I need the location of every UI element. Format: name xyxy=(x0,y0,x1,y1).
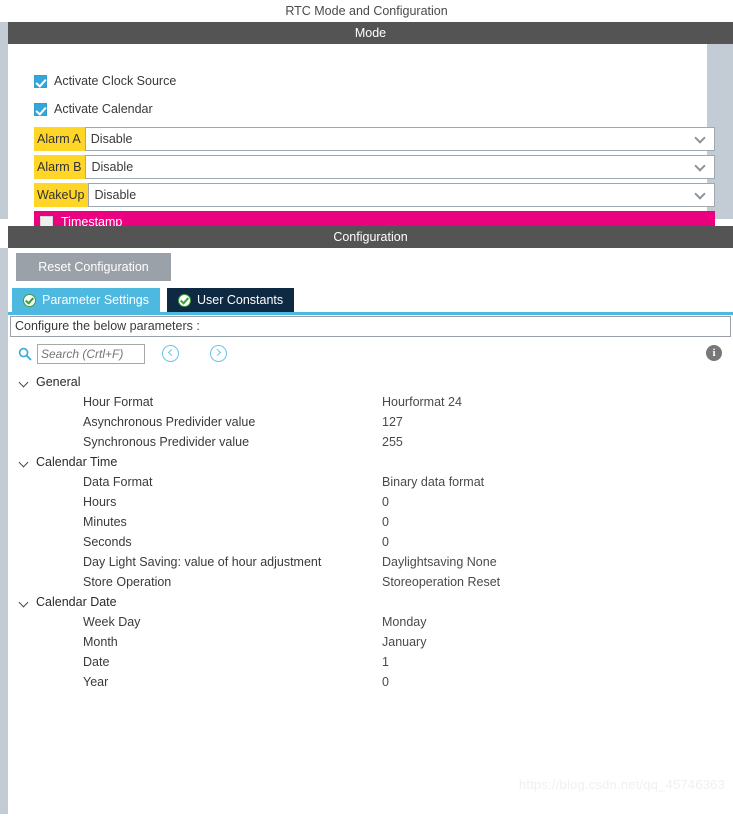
param-name: Year xyxy=(83,675,109,689)
activate-clock-source-label: Activate Clock Source xyxy=(54,74,177,88)
mode-panel: Mode Activate Clock Source Activate Cale… xyxy=(0,22,733,241)
param-name: Day Light Saving: value of hour adjustme… xyxy=(83,555,322,569)
search-input[interactable] xyxy=(37,344,145,364)
tree-group-general-label: General xyxy=(36,375,81,389)
configuration-section-header: Configuration xyxy=(8,226,733,248)
configuration-panel-body: Reset Configuration Parameter Settings U… xyxy=(8,248,733,814)
param-value: 255 xyxy=(382,435,403,449)
wakeup-label: WakeUp xyxy=(34,183,89,207)
configure-note: Configure the below parameters : xyxy=(10,316,731,337)
param-value: 0 xyxy=(382,675,389,689)
param-value: January xyxy=(382,635,427,649)
table-row[interactable]: Month January xyxy=(10,632,731,652)
activate-calendar-checkbox-icon[interactable] xyxy=(34,102,47,116)
param-value: 0 xyxy=(382,535,389,549)
search-toolbar xyxy=(10,342,731,368)
tree-group-general[interactable]: General xyxy=(10,372,731,392)
search-next-button[interactable] xyxy=(210,345,227,362)
table-row[interactable]: Asynchronous Predivider value 127 xyxy=(10,412,731,432)
table-row[interactable]: Hour Format Hourformat 24 xyxy=(10,392,731,412)
param-name: Week Day xyxy=(83,615,141,629)
chevron-down-icon xyxy=(696,190,705,199)
chevron-down-icon xyxy=(18,596,31,609)
bottom-strip xyxy=(0,814,733,822)
param-name: Seconds xyxy=(83,535,132,549)
tab-user-constants[interactable]: User Constants xyxy=(167,288,295,312)
check-circle-icon xyxy=(23,293,36,307)
dropdown-row-alarm-b: Alarm B Disable xyxy=(34,155,715,179)
activate-clock-source-checkbox-icon[interactable] xyxy=(34,74,47,88)
chevron-down-icon xyxy=(18,456,31,469)
param-value: Daylightsaving None xyxy=(382,555,497,569)
table-row[interactable]: Day Light Saving: value of hour adjustme… xyxy=(10,552,731,572)
param-name: Data Format xyxy=(83,475,153,489)
param-name: Hour Format xyxy=(83,395,154,409)
mode-section-header: Mode xyxy=(8,22,733,44)
mode-panel-body: Activate Clock Source Activate Calendar … xyxy=(8,44,715,233)
table-row[interactable]: Seconds 0 xyxy=(10,532,731,552)
tree-group-calendar-date[interactable]: Calendar Date xyxy=(10,592,731,612)
param-value: Binary data format xyxy=(382,475,485,489)
table-row[interactable]: Data Format Binary data format xyxy=(10,472,731,492)
param-value: Hourformat 24 xyxy=(382,395,462,409)
param-value: Storeoperation Reset xyxy=(382,575,501,589)
table-row[interactable]: Hours 0 xyxy=(10,492,731,512)
alarm-a-select[interactable]: Disable xyxy=(84,127,715,151)
tab-underline xyxy=(8,312,733,315)
param-name: Minutes xyxy=(83,515,127,529)
checkbox-row-activate-clock-source[interactable]: Activate Clock Source xyxy=(34,72,176,90)
tab-bar: Parameter Settings User Constants xyxy=(8,288,733,312)
alarm-a-label: Alarm A xyxy=(34,127,85,151)
window-title: RTC Mode and Configuration xyxy=(0,0,733,22)
tree-group-calendar-date-label: Calendar Date xyxy=(36,595,117,609)
parameter-tree: General Hour Format Hourformat 24 Asynch… xyxy=(10,372,731,808)
param-name: Asynchronous Predivider value xyxy=(83,415,256,429)
table-row[interactable]: Synchronous Predivider value 255 xyxy=(10,432,731,452)
dropdown-row-wakeup: WakeUp Disable xyxy=(34,183,715,207)
watermark: https://blog.csdn.net/qq_45746363 xyxy=(518,777,725,792)
table-row[interactable]: Minutes 0 xyxy=(10,512,731,532)
param-name: Hours xyxy=(83,495,117,509)
tree-group-calendar-time-label: Calendar Time xyxy=(36,455,118,469)
info-icon[interactable]: i xyxy=(706,345,722,361)
left-gutter xyxy=(0,248,8,814)
alarm-a-value: Disable xyxy=(90,132,133,146)
param-name: Date xyxy=(83,655,110,669)
param-name: Synchronous Predivider value xyxy=(83,435,250,449)
wakeup-select[interactable]: Disable xyxy=(88,183,715,207)
param-value: 1 xyxy=(382,655,389,669)
param-name: Store Operation xyxy=(83,575,172,589)
rtc-configuration-window: RTC Mode and Configuration Mode Activate… xyxy=(0,0,733,822)
table-row[interactable]: Store Operation Storeoperation Reset xyxy=(10,572,731,592)
table-row[interactable]: Week Day Monday xyxy=(10,612,731,632)
activate-calendar-label: Activate Calendar xyxy=(54,102,153,116)
checkbox-row-activate-calendar[interactable]: Activate Calendar xyxy=(34,100,153,118)
alarm-b-value: Disable xyxy=(91,160,134,174)
chevron-down-icon xyxy=(696,134,705,143)
alarm-b-label: Alarm B xyxy=(34,155,86,179)
param-name: Month xyxy=(83,635,118,649)
table-row[interactable]: Date 1 xyxy=(10,652,731,672)
reset-configuration-button[interactable]: Reset Configuration xyxy=(16,253,171,281)
tab-parameter-settings-label: Parameter Settings xyxy=(42,293,149,307)
dropdown-row-alarm-a: Alarm A Disable xyxy=(34,127,715,151)
search-icon xyxy=(18,347,32,361)
search-previous-button[interactable] xyxy=(162,345,179,362)
tab-parameter-settings[interactable]: Parameter Settings xyxy=(12,288,160,312)
wakeup-value: Disable xyxy=(94,188,137,202)
chevron-down-icon xyxy=(696,162,705,171)
param-value: Monday xyxy=(382,615,427,629)
tree-group-calendar-time[interactable]: Calendar Time xyxy=(10,452,731,472)
tab-user-constants-label: User Constants xyxy=(197,293,284,307)
param-value: 0 xyxy=(382,515,389,529)
param-value: 0 xyxy=(382,495,389,509)
chevron-down-icon xyxy=(18,376,31,389)
check-circle-icon xyxy=(178,293,191,307)
alarm-b-select[interactable]: Disable xyxy=(85,155,715,179)
param-value: 127 xyxy=(382,415,403,429)
table-row[interactable]: Year 0 xyxy=(10,672,731,692)
